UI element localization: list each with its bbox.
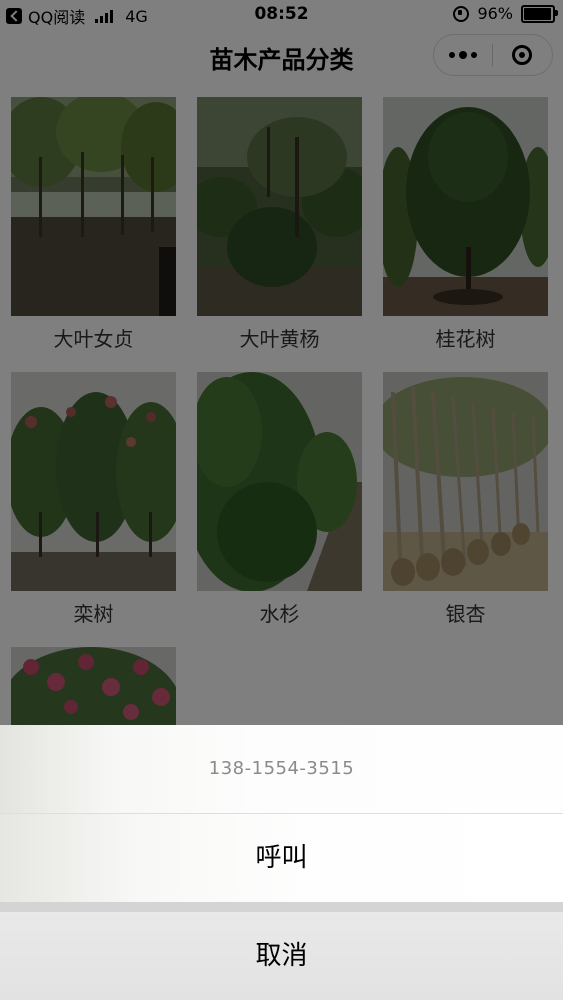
app-screen: QQ阅读 4G 08:52 96% 苗木产品分类 (0, 0, 563, 1000)
cancel-button[interactable]: 取消 (0, 912, 563, 1000)
action-sheet: 138-1554-3515 呼叫 取消 (0, 725, 563, 1000)
sheet-separator (0, 902, 563, 912)
call-button[interactable]: 呼叫 (0, 814, 563, 902)
phone-number-header: 138-1554-3515 (0, 725, 563, 814)
